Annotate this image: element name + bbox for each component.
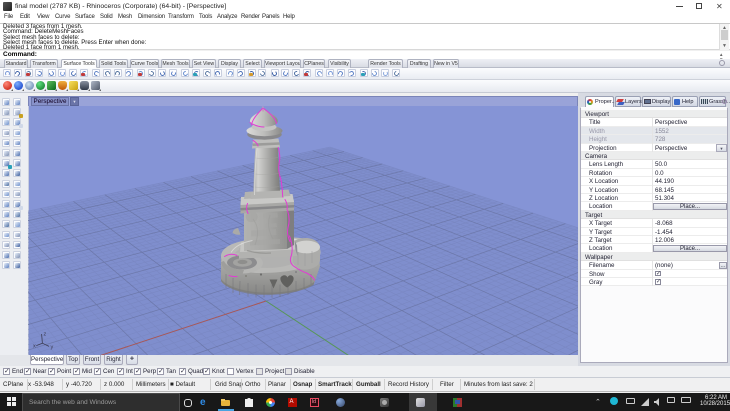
svg-text:z: z bbox=[44, 332, 47, 338]
svg-text:y: y bbox=[51, 345, 54, 351]
svg-text:x: x bbox=[33, 344, 36, 350]
